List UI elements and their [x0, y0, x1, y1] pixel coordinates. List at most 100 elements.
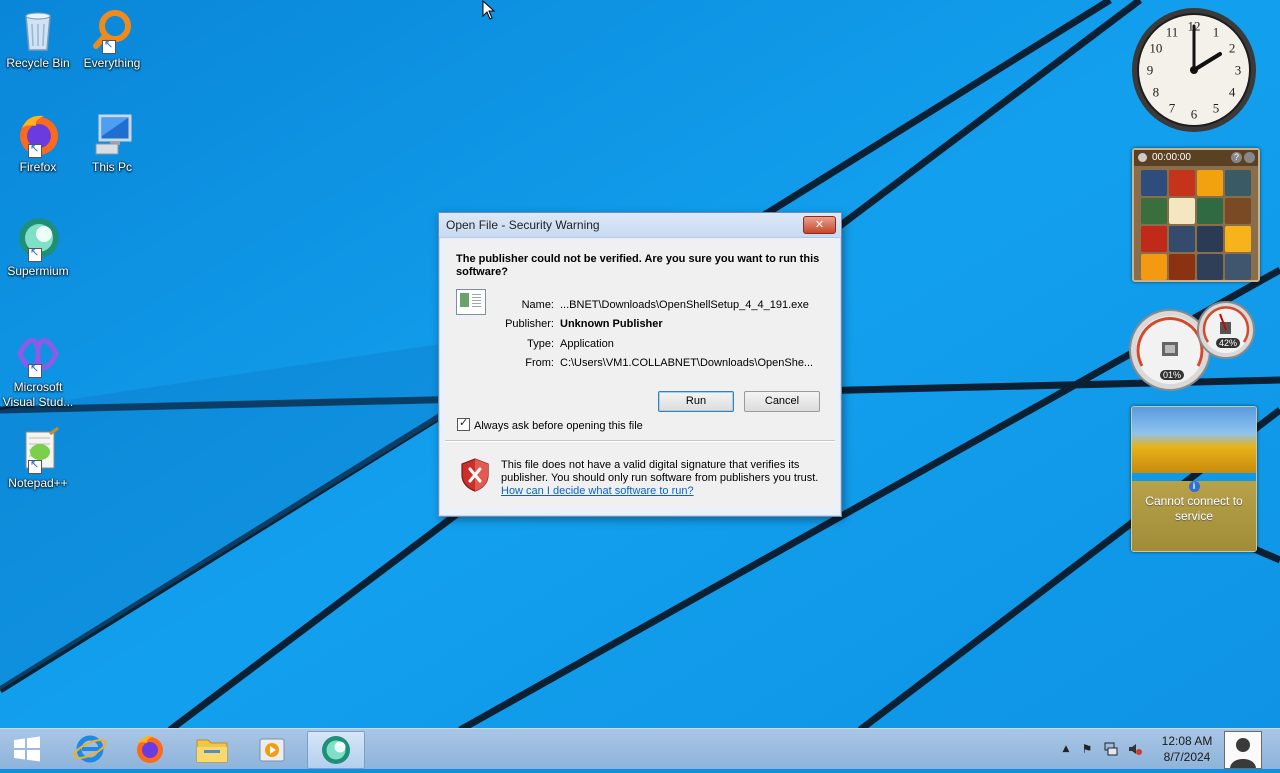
run-button[interactable]: Run: [658, 391, 734, 412]
always-ask-checkbox-row[interactable]: Always ask before opening this file: [457, 416, 643, 432]
windows-logo-icon: [14, 736, 40, 762]
firefox-taskbar-button[interactable]: [124, 731, 176, 767]
field-key-type: Type:: [527, 338, 554, 350]
desktop-icon-label: Recycle Bin: [6, 56, 70, 70]
clock-numeral: 11: [1166, 24, 1179, 39]
clock-numeral: 6: [1191, 107, 1198, 122]
clock-numeral: 8: [1153, 85, 1160, 100]
warning-headline: The publisher could not be verified. Are…: [456, 253, 820, 278]
supermium-taskbar-button[interactable]: [307, 731, 365, 769]
clock-numeral: 1: [1213, 24, 1220, 39]
volume-muted-icon[interactable]: [1128, 742, 1142, 756]
dialog-separator: [445, 440, 835, 442]
file-explorer-button[interactable]: [186, 731, 238, 767]
internet-explorer-button[interactable]: [64, 731, 116, 767]
network-icon[interactable]: [1104, 742, 1118, 756]
taskbar-clock[interactable]: 12:08 AM 8/7/2024: [1150, 733, 1224, 765]
clock-gadget[interactable]: 121234567891011: [1130, 6, 1258, 134]
puzzle-grid[interactable]: [1141, 170, 1258, 280]
recycle-bin-icon: [14, 6, 62, 54]
refresh-icon[interactable]: [1244, 152, 1255, 163]
desktop-icon-visual-studio[interactable]: Microsoft Visual Stud...: [0, 330, 76, 410]
user-avatar[interactable]: [1224, 731, 1262, 769]
shortcut-arrow-icon: [28, 364, 42, 378]
visual-studio-icon: [14, 330, 62, 378]
dialog-titlebar[interactable]: Open File - Security Warning ✕: [439, 213, 841, 238]
help-icon[interactable]: ?: [1231, 152, 1242, 163]
picture-puzzle-gadget[interactable]: 00:00:00 ?: [1132, 148, 1260, 282]
mouse-cursor-icon: [482, 0, 496, 20]
clock-numeral: 4: [1229, 85, 1236, 100]
signature-warning-text: This file does not have a valid digital …: [501, 459, 827, 498]
decide-software-link[interactable]: How can I decide what software to run?: [501, 485, 694, 497]
shortcut-arrow-icon: [28, 460, 42, 474]
always-ask-checkbox[interactable]: [457, 416, 470, 431]
desktop-icon-label: Firefox: [19, 160, 57, 174]
firefox-icon: [137, 735, 163, 763]
desktop-icon-recycle-bin[interactable]: Recycle Bin: [0, 6, 76, 71]
firefox-icon: [14, 110, 62, 158]
taskbar: ▲ ⚑ 12:08 AM 8/7/2024: [0, 728, 1280, 769]
computer-icon: [88, 110, 136, 158]
field-key-from: From:: [525, 357, 554, 369]
field-value-type: Application: [560, 338, 614, 350]
slideshow-gadget[interactable]: i Cannot connect to service: [1131, 406, 1257, 552]
desktop-icon-this-pc[interactable]: This Pc: [74, 110, 150, 175]
desktop-icon-label: Microsoft Visual Stud...: [2, 380, 74, 409]
memory-usage-value: 42%: [1216, 338, 1241, 348]
dialog-content: The publisher could not be verified. Are…: [445, 241, 835, 509]
desktop-icon-everything[interactable]: Everything: [74, 6, 150, 71]
supermium-icon: [322, 736, 350, 764]
shortcut-arrow-icon: [28, 144, 42, 158]
clock-numeral: 3: [1235, 63, 1242, 78]
supermium-icon: [14, 214, 62, 262]
taskbar-time: 12:08 AM: [1161, 734, 1213, 748]
internet-explorer-icon: [73, 735, 107, 763]
clock-numeral: 2: [1229, 41, 1236, 56]
desktop-icon-label: Supermium: [7, 264, 69, 278]
clock-numeral: 9: [1147, 63, 1154, 78]
desktop-icon-label: Notepad++: [8, 476, 68, 490]
signature-warning-body: This file does not have a valid digital …: [501, 459, 819, 484]
clock-numeral: 5: [1213, 101, 1220, 116]
desktop-icon-supermium[interactable]: Supermium: [0, 214, 76, 279]
user-icon: [1225, 732, 1261, 768]
shortcut-arrow-icon: [102, 40, 116, 54]
connection-error-text: Cannot connect to service: [1145, 494, 1243, 523]
desktop-icon-label: Everything: [83, 56, 141, 70]
field-value-from: C:\Users\VM1.COLLABNET\Downloads\OpenShe…: [560, 357, 814, 369]
clock-numeral: 7: [1169, 101, 1176, 116]
info-icon: i: [1188, 481, 1200, 492]
cpu-meter-gadget[interactable]: 01% 42%: [1128, 296, 1258, 392]
shortcut-arrow-icon: [28, 248, 42, 262]
everything-search-icon: [88, 6, 136, 54]
close-button[interactable]: ✕: [803, 216, 836, 234]
desktop-icon-notepad-plus-plus[interactable]: Notepad++: [0, 426, 76, 491]
notepad-plus-plus-icon: [14, 426, 62, 474]
taskbar-date: 8/7/2024: [1163, 750, 1211, 764]
cpu-usage-value: 01%: [1160, 370, 1185, 380]
security-warning-dialog: Open File - Security Warning ✕ The publi…: [438, 212, 842, 517]
always-ask-label: Always ask before opening this file: [474, 420, 643, 432]
start-button[interactable]: [0, 731, 54, 767]
dialog-title: Open File - Security Warning: [446, 218, 600, 232]
connection-status-panel: i Cannot connect to service: [1132, 481, 1256, 551]
media-player-button[interactable]: [246, 731, 298, 767]
puzzle-toolbar: 00:00:00 ?: [1134, 150, 1258, 166]
application-file-icon: [456, 289, 486, 315]
media-player-icon: [259, 738, 285, 762]
field-key-publisher: Publisher:: [505, 318, 554, 330]
system-tray: ▲ ⚑: [1050, 729, 1150, 769]
field-value-name: ...BNET\Downloads\OpenShellSetup_4_4_191…: [560, 299, 809, 311]
action-center-flag-icon[interactable]: ⚑: [1080, 742, 1094, 756]
desktop-icon-label: This Pc: [91, 160, 132, 174]
clock-numeral: 10: [1149, 41, 1162, 56]
field-key-name: Name:: [521, 299, 554, 311]
cancel-button[interactable]: Cancel: [744, 391, 820, 412]
file-explorer-icon: [196, 739, 228, 763]
desktop-icon-firefox[interactable]: Firefox: [0, 110, 76, 175]
tulips-photo: [1132, 407, 1256, 473]
show-hidden-icons-arrow-icon[interactable]: ▲: [1059, 742, 1073, 756]
shield-error-icon: [460, 458, 490, 492]
puzzle-timer: 00:00:00: [1152, 152, 1191, 163]
